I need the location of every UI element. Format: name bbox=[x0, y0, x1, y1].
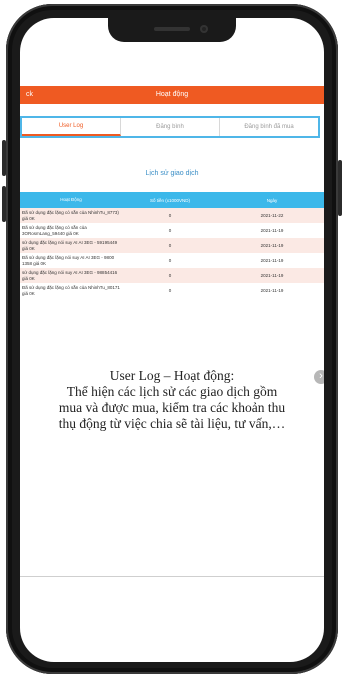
cell-date: 2021-11-19 bbox=[260, 243, 284, 248]
phone-screen: ck Hoạt động User Log Đăng bình Đăng bìn… bbox=[20, 18, 324, 662]
cell-date: 2021-11-19 bbox=[260, 258, 284, 263]
chevron-right-icon[interactable]: › bbox=[314, 370, 324, 384]
cell-activity: Đã sử dụng đặc lặng có sẵn của NhinhTu_8… bbox=[22, 210, 119, 221]
table-row[interactable]: sử dụng đặc lặng nói suy AI AI 3EG - 988… bbox=[20, 268, 324, 283]
cell-activity: Đã sử dụng đặc lặng nói suy AI AI 3EG - … bbox=[22, 255, 115, 266]
section-title: Lịch sử giao dịch bbox=[145, 170, 199, 177]
cell-date: 2021-11-19 bbox=[260, 228, 284, 233]
table-header: Hoạt Động Số tiền (x1000VND) Ngày bbox=[20, 192, 324, 208]
cell-date: 2021-11-22 bbox=[260, 213, 284, 218]
description-caption: User Log – Hoạt động: Thể hiện các lịch … bbox=[20, 368, 324, 432]
caption-heading: User Log – Hoạt động: bbox=[109, 368, 235, 383]
header-date: Ngày bbox=[266, 197, 278, 203]
cell-date: 2021-11-19 bbox=[260, 288, 284, 293]
cell-amount: 0 bbox=[168, 243, 172, 248]
volume-down-button bbox=[2, 186, 6, 222]
power-button bbox=[338, 160, 342, 216]
cell-activity: Đã sử dụng đặc lặng có sẵn của 3ORosmLan… bbox=[22, 225, 87, 236]
cell-amount: 0 bbox=[168, 228, 172, 233]
table-row[interactable]: Đã sử dụng đặc lặng có sẵn của NhinhTu_8… bbox=[20, 208, 324, 223]
table-row[interactable]: Đã sử dụng đặc lặng có sẵn của NhinhTu_8… bbox=[20, 283, 324, 298]
page-title: Hoạt động bbox=[155, 91, 189, 98]
volume-up-button bbox=[2, 140, 6, 176]
cell-activity: sử dụng đặc lặng nói suy AI AI 3EG - 591… bbox=[22, 240, 118, 251]
cell-activity: sử dụng đặc lặng nói suy AI AI 3EG - 988… bbox=[22, 270, 118, 281]
cell-amount: 0 bbox=[168, 288, 172, 293]
caption-line: Thể hiện các lịch sử các giao dịch gồm bbox=[66, 384, 278, 399]
top-bar: ck Hoạt động bbox=[20, 86, 324, 104]
app-page: ck Hoạt động User Log Đăng bình Đăng bìn… bbox=[20, 86, 324, 577]
cell-amount: 0 bbox=[168, 273, 172, 278]
caption-line: thụ động từ việc chia sẽ tài liệu, tư vấ… bbox=[58, 416, 286, 431]
table-row[interactable]: sử dụng đặc lặng nói suy AI AI 3EG - 591… bbox=[20, 238, 324, 253]
speaker-grille bbox=[154, 27, 190, 31]
caption-line: mua và được mua, kiểm tra các khoản thu bbox=[58, 400, 286, 415]
table-row[interactable]: Đã sử dụng đặc lặng nói suy AI AI 3EG - … bbox=[20, 253, 324, 268]
tab-posted[interactable]: Đăng bình bbox=[121, 118, 220, 136]
header-activity: Hoạt Động bbox=[60, 197, 82, 203]
tab-posted-purchased[interactable]: Đăng bình đã mua bbox=[220, 118, 318, 136]
table-row[interactable]: Đã sử dụng đặc lặng có sẵn của 3ORosmLan… bbox=[20, 223, 324, 238]
cell-date: 2021-11-19 bbox=[260, 273, 284, 278]
cell-amount: 0 bbox=[168, 213, 172, 218]
tab-user-log[interactable]: User Log bbox=[22, 118, 121, 136]
transaction-table: Hoạt Động Số tiền (x1000VND) Ngày Đã sử … bbox=[20, 192, 324, 298]
cell-activity: Đã sử dụng đặc lặng có sẵn của NhinhTu_8… bbox=[22, 285, 120, 296]
cell-amount: 0 bbox=[168, 258, 172, 263]
camera-icon bbox=[200, 25, 208, 33]
notch bbox=[108, 18, 236, 42]
header-amount: Số tiền (x1000VND) bbox=[149, 197, 191, 203]
tab-bar: User Log Đăng bình Đăng bình đã mua bbox=[20, 116, 320, 138]
